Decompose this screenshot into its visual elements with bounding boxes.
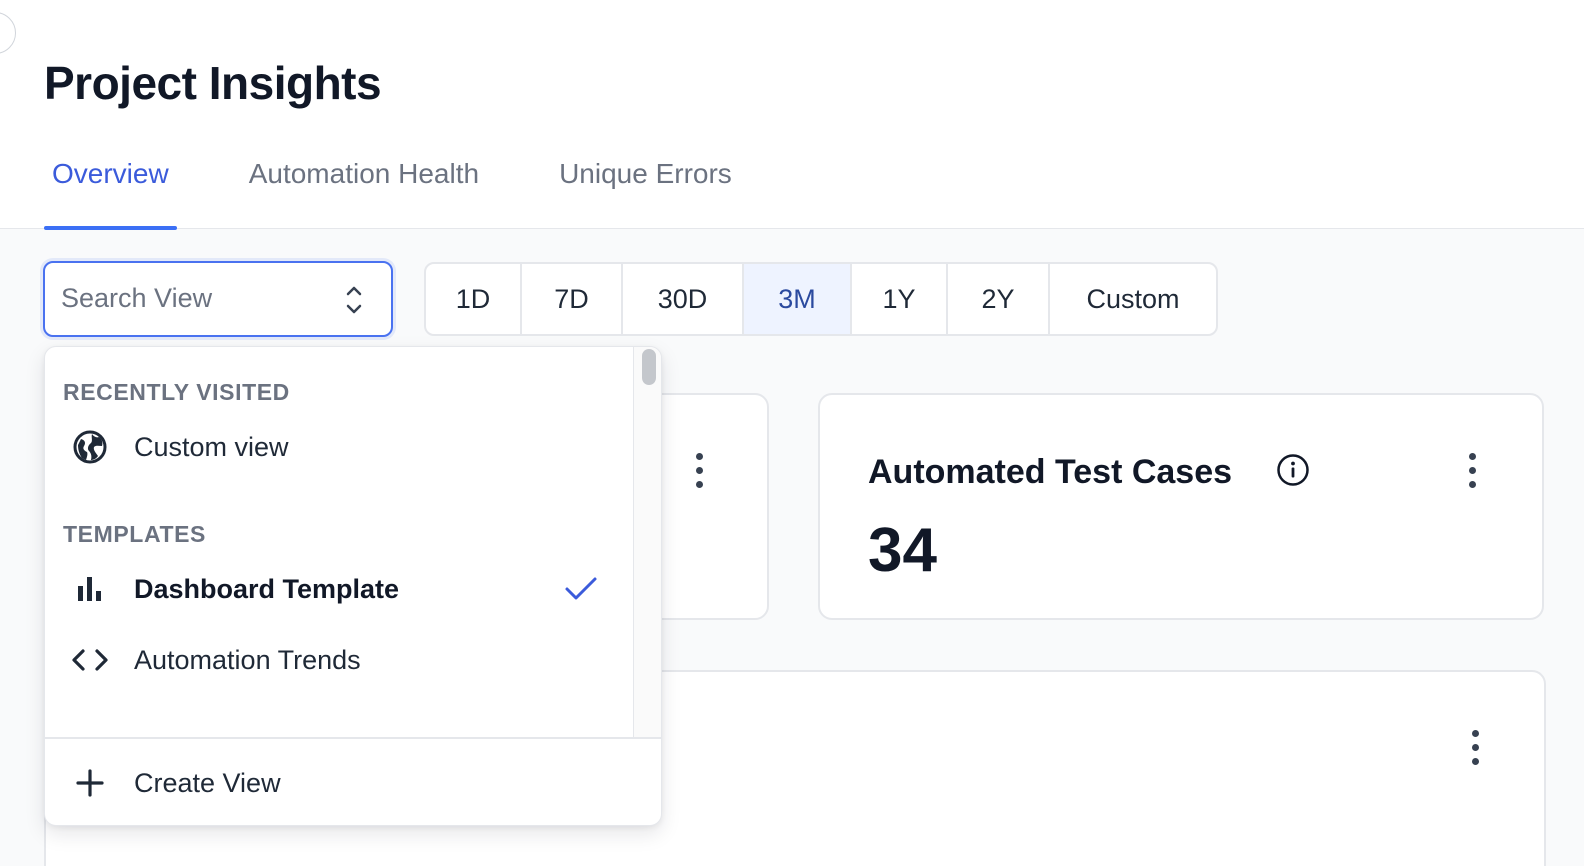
corner-circle-button[interactable] [0,12,16,54]
range-2y-button[interactable]: 2Y [948,264,1050,334]
dropdown-item-automation-trends[interactable]: Automation Trends [45,630,633,690]
range-30d-button[interactable]: 30D [623,264,744,334]
card-title: Automated Test Cases [868,453,1233,491]
chevron-up-down-icon [346,286,362,314]
section-header-templates: TEMPLATES [63,521,206,547]
range-1d-button[interactable]: 1D [426,264,522,334]
tab-automation-health[interactable]: Automation Health [241,150,487,229]
search-view-input[interactable] [61,263,331,334]
create-view-label: Create View [134,767,281,798]
dropdown-footer: Create View [45,737,661,825]
range-1y-button[interactable]: 1Y [852,264,948,334]
range-custom-button[interactable]: Custom [1050,264,1216,334]
tab-overview[interactable]: Overview [44,150,177,230]
page-title: Project Insights [44,57,382,109]
checkmark-icon [565,577,597,600]
dropdown-scrollbar[interactable] [633,347,661,737]
range-3m-button[interactable]: 3M [744,264,852,334]
search-view-combobox[interactable] [43,261,393,337]
automated-test-cases-card: Automated Test Cases 34 [818,393,1544,620]
card-menu-icon[interactable] [1470,730,1480,766]
card-menu-icon[interactable] [694,453,704,489]
time-range-selector: 1D 7D 30D 3M 1Y 2Y Custom [424,262,1218,336]
code-icon [71,641,109,679]
card-menu-icon[interactable] [1467,453,1477,489]
dropdown-item-label: Custom view [134,431,289,462]
dropdown-item-dashboard-template[interactable]: Dashboard Template [45,559,633,619]
globe-icon [71,428,109,466]
dropdown-item-label: Dashboard Template [134,573,400,604]
view-dropdown-menu: RECENTLY VISITED Custom view TEMPLATES D… [44,346,662,826]
dropdown-item-label: Automation Trends [134,644,361,675]
card-value: 34 [868,516,937,585]
dropdown-list: RECENTLY VISITED Custom view TEMPLATES D… [45,347,633,737]
create-view-button[interactable]: Create View [45,739,661,825]
page-header: Project Insights Overview Automation Hea… [0,0,1584,230]
tab-bar: Overview Automation Health Unique Errors [44,150,740,230]
dropdown-item-custom-view[interactable]: Custom view [45,417,633,477]
plus-icon [76,769,104,797]
info-icon[interactable] [1276,453,1310,487]
scrollbar-thumb[interactable] [642,349,656,385]
bar-chart-icon [71,570,109,608]
tab-unique-errors[interactable]: Unique Errors [551,150,740,229]
section-header-recently-visited: RECENTLY VISITED [63,379,290,405]
range-7d-button[interactable]: 7D [522,264,623,334]
